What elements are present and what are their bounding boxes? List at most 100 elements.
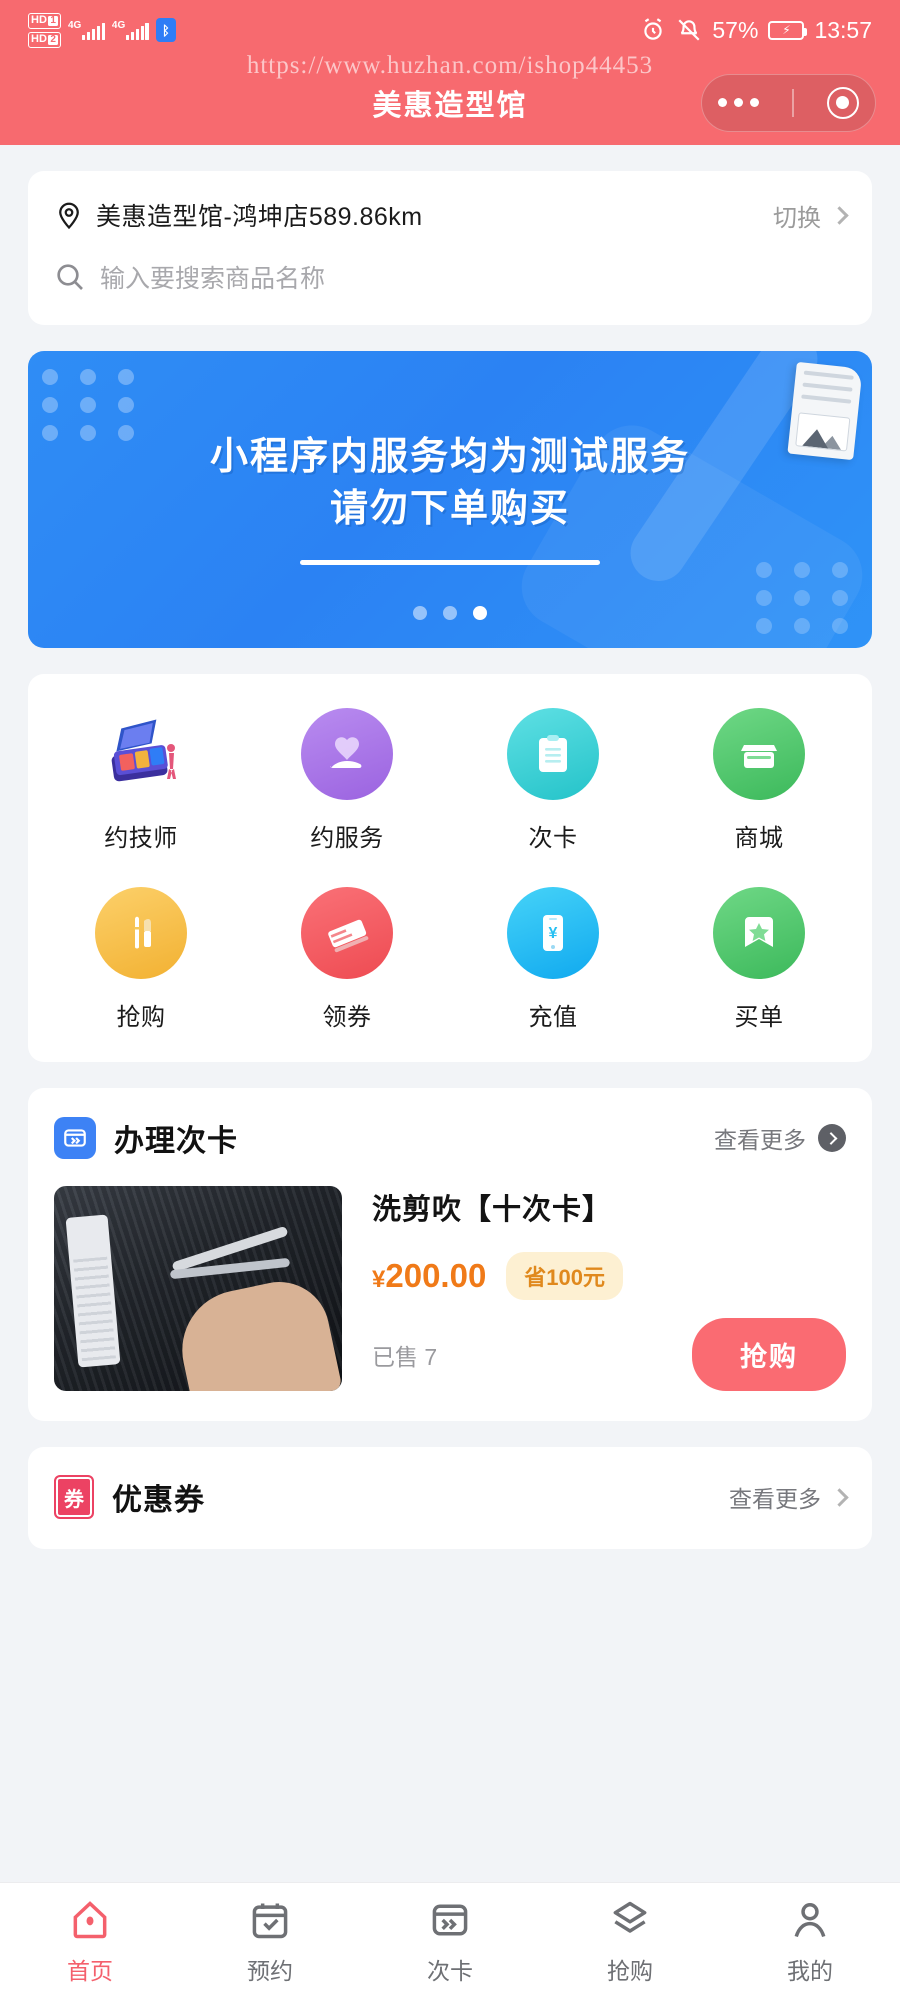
tab-flashsale[interactable]: 抢购 (540, 1898, 720, 1986)
quick-action-grid: 约技师 约服务 次卡 商城 抢购 领券 ¥ 充值 买单 (28, 674, 872, 1062)
grid-row-1: 约技师 约服务 次卡 商城 (38, 708, 862, 853)
star-badge-icon (713, 887, 805, 979)
product-card[interactable]: 洗剪吹【十次卡】 ¥200.00 省100元 已售 7 抢购 (54, 1186, 846, 1391)
product-price-row: ¥200.00 省100元 (372, 1252, 846, 1300)
tab-appointment[interactable]: 预约 (180, 1898, 360, 1986)
banner-underline-decor (300, 559, 600, 565)
tab-label: 预约 (247, 1957, 293, 1984)
view-more-coupon-button[interactable]: 查看更多 (729, 1480, 849, 1514)
product-image (54, 1186, 342, 1391)
section-header: 办理次卡 查看更多 (54, 1116, 846, 1160)
banner-pager[interactable] (28, 606, 872, 620)
view-more-label: 查看更多 (729, 1486, 821, 1512)
buy-button[interactable]: 抢购 (692, 1318, 846, 1391)
grid-item-service[interactable]: 约服务 (244, 708, 450, 853)
chevron-right-icon (830, 205, 849, 225)
switch-store-label: 切换 (773, 204, 821, 232)
pass-card-icon (54, 1117, 96, 1159)
clipboard-icon (507, 708, 599, 800)
capsule-divider (792, 88, 794, 117)
layers-icon (613, 1901, 647, 1933)
grid-item-recharge[interactable]: ¥ 充值 (450, 887, 656, 1032)
banner-dot-1[interactable] (413, 606, 427, 620)
hd1-label: HD (31, 14, 47, 26)
grid-label: 领券 (322, 1004, 372, 1031)
grid-item-coupon[interactable]: 领券 (244, 887, 450, 1032)
promo-banner[interactable]: 小程序内服务均为测试服务 请勿下单购买 (28, 351, 872, 648)
alarm-icon (644, 18, 663, 40)
app-screen: HD 1 HD 2 4G 4G ᛒ 57% ⚡ 13:57 https://ww… (0, 0, 900, 2000)
app-header: 美惠造型馆 (0, 60, 900, 145)
tab-label: 抢购 (607, 1957, 653, 1984)
banner-dot-2[interactable] (443, 606, 457, 620)
search-input[interactable]: 输入要搜索商品名称 (100, 259, 325, 295)
clock-time: 13:57 (814, 16, 872, 43)
tab-passcard[interactable]: 次卡 (360, 1898, 540, 1986)
heart-in-hand-icon (301, 708, 393, 800)
coupon-section: 券 优惠券 查看更多 (28, 1447, 872, 1549)
more-dots-icon[interactable] (718, 98, 760, 107)
section-title: 优惠券 (112, 1484, 205, 1517)
tab-label: 我的 (787, 1957, 833, 1984)
search-icon (57, 264, 83, 290)
view-more-label: 查看更多 (714, 1127, 806, 1153)
target-circle-icon[interactable] (826, 86, 859, 119)
pass-card-section: 办理次卡 查看更多 洗剪吹【十次卡】 ¥200.00 省100元 已售 7 抢购 (28, 1088, 872, 1421)
section-header: 券 优惠券 查看更多 (54, 1475, 849, 1519)
page-title: 美惠造型馆 (372, 89, 528, 122)
grid-item-passcard[interactable]: 次卡 (450, 708, 656, 853)
grid-label: 买单 (734, 1004, 784, 1031)
grid-label: 约技师 (104, 825, 178, 852)
store-location-row[interactable]: 美惠造型馆-鸿坤店589.86km 切换 (28, 171, 872, 233)
product-name: 洗剪吹【十次卡】 (372, 1194, 613, 1226)
banner-line-1: 小程序内服务均为测试服务 (209, 436, 690, 478)
switch-store-button[interactable]: 切换 (773, 198, 849, 233)
grid-item-mall[interactable]: 商城 (656, 708, 862, 853)
banner-dot-3[interactable] (473, 606, 487, 620)
bottom-tab-bar: 首页 预约 次卡 抢购 我的 (0, 1882, 900, 2000)
signal-bars-sim1-icon: 4G (68, 20, 105, 40)
section-title: 办理次卡 (114, 1125, 238, 1158)
grid-label: 抢购 (116, 1004, 166, 1031)
view-more-passcard-button[interactable]: 查看更多 (714, 1121, 846, 1155)
arrow-circle-right-icon (818, 1124, 846, 1152)
currency-symbol: ¥ (372, 1266, 386, 1293)
hd-sim2-icon: HD 2 (28, 31, 61, 48)
grid-label: 约服务 (310, 825, 384, 852)
grid-item-pay[interactable]: 买单 (656, 887, 862, 1032)
svg-text:¥: ¥ (549, 925, 558, 942)
tab-home[interactable]: 首页 (0, 1898, 180, 1986)
miniprogram-capsule[interactable] (701, 73, 876, 132)
tab-profile[interactable]: 我的 (720, 1898, 900, 1986)
dual-sim-indicator: HD 1 HD 2 (28, 12, 61, 48)
hd2-label: HD (31, 33, 47, 45)
ticket-icon (301, 887, 393, 979)
net-type-1: 4G (67, 20, 82, 31)
save-badge: 省100元 (506, 1252, 624, 1300)
banner-dot-grid-right (756, 562, 858, 634)
net-type-2: 4G (111, 20, 126, 31)
grid-item-flashsale[interactable]: 抢购 (38, 887, 244, 1032)
status-bar: HD 1 HD 2 4G 4G ᛒ 57% ⚡ 13:57 (0, 0, 900, 60)
grid-item-technician[interactable]: 约技师 (38, 708, 244, 853)
grid-label: 次卡 (528, 825, 578, 852)
home-icon (73, 1900, 107, 1938)
shop-store-icon (713, 708, 805, 800)
calendar-icon (252, 1903, 288, 1938)
location-search-card: 美惠造型馆-鸿坤店589.86km 切换 输入要搜索商品名称 (28, 171, 872, 325)
location-pin-icon (59, 202, 79, 230)
signal-bars-sim2-icon: 4G (112, 20, 149, 40)
grid-label: 商城 (734, 825, 784, 852)
phone-yuan-icon: ¥ (507, 887, 599, 979)
product-info: 洗剪吹【十次卡】 ¥200.00 省100元 已售 7 抢购 (342, 1186, 846, 1391)
coupon-badge-icon: 券 (54, 1475, 94, 1519)
search-bar[interactable]: 输入要搜索商品名称 (28, 233, 872, 325)
cosmetics-brush-icon (95, 887, 187, 979)
banner-text: 小程序内服务均为测试服务 请勿下单购买 (28, 431, 872, 565)
product-bottom-row: 已售 7 抢购 (372, 1318, 846, 1391)
grid-label: 充值 (528, 1004, 578, 1031)
hd1-num: 1 (48, 14, 58, 26)
chevron-right-icon (830, 1487, 849, 1507)
status-bar-left: HD 1 HD 2 4G 4G ᛒ (28, 12, 176, 48)
